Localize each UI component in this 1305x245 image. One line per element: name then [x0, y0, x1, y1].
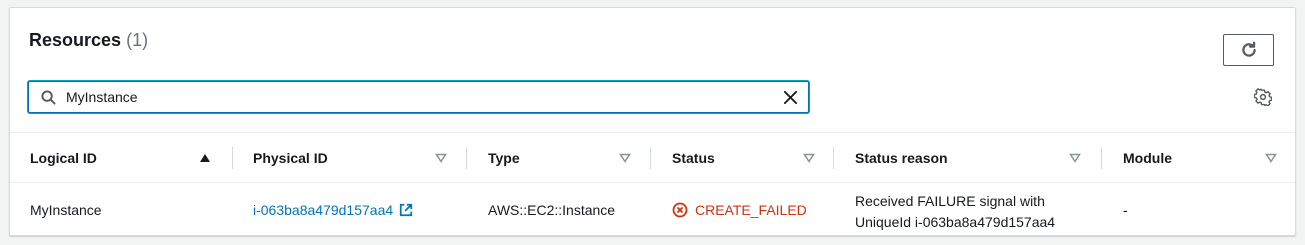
column-divider[interactable] — [833, 147, 834, 169]
column-label: Status reason — [855, 150, 948, 166]
column-label: Logical ID — [30, 150, 97, 166]
refresh-button[interactable] — [1223, 34, 1274, 66]
search-icon — [41, 90, 56, 105]
cell-module: - — [1123, 201, 1128, 218]
column-divider[interactable] — [650, 147, 651, 169]
table-header: Logical ID Physical ID Type Status Statu… — [10, 132, 1295, 183]
column-label: Physical ID — [253, 150, 328, 166]
status-reason-line: Received FAILURE signal with — [855, 193, 1045, 209]
column-divider[interactable] — [232, 147, 233, 169]
resource-count: (1) — [126, 30, 149, 50]
error-circle-icon — [672, 202, 688, 217]
column-header-status[interactable]: Status — [672, 133, 822, 183]
column-divider[interactable] — [1101, 147, 1102, 169]
column-header-module[interactable]: Module — [1123, 133, 1288, 183]
column-label: Module — [1123, 150, 1172, 166]
cell-physical-id: i-063ba8a479d157aa4 — [253, 183, 413, 236]
refresh-icon — [1241, 41, 1256, 57]
sort-none-icon — [1265, 153, 1277, 163]
sort-none-icon — [619, 153, 631, 163]
panel-title: Resources (1) — [29, 30, 148, 51]
external-link-icon[interactable] — [399, 203, 413, 217]
panel-title-text: Resources — [29, 30, 122, 50]
search-input[interactable] — [66, 85, 766, 109]
resources-panel: Resources (1) Logical ID — [9, 7, 1296, 236]
sort-ascending-icon — [199, 153, 211, 163]
sort-none-icon — [803, 153, 815, 163]
status-reason-line: UniqueId i-063ba8a479d157aa4 — [855, 214, 1056, 230]
column-header-physical-id[interactable]: Physical ID — [253, 133, 453, 183]
sort-none-icon — [435, 153, 447, 163]
column-label: Type — [488, 150, 520, 166]
table-row: MyInstance i-063ba8a479d157aa4 AWS::EC2:… — [10, 183, 1295, 236]
cell-status-reason: Received FAILURE signal with UniqueId i-… — [855, 183, 1055, 236]
column-header-status-reason[interactable]: Status reason — [855, 133, 1087, 183]
column-header-logical-id[interactable]: Logical ID — [30, 133, 220, 183]
column-header-type[interactable]: Type — [488, 133, 636, 183]
sort-none-icon — [1069, 153, 1081, 163]
physical-id-link[interactable]: i-063ba8a479d157aa4 — [253, 202, 393, 218]
cell-type: AWS::EC2::Instance — [488, 201, 616, 218]
cell-logical-id: MyInstance — [30, 201, 102, 218]
status-text: CREATE_FAILED — [695, 201, 807, 218]
cell-status: CREATE_FAILED — [672, 183, 807, 236]
gear-icon[interactable] — [1254, 88, 1272, 106]
close-icon[interactable] — [783, 90, 798, 105]
column-divider[interactable] — [466, 147, 467, 169]
column-label: Status — [672, 150, 715, 166]
search-field[interactable] — [28, 81, 809, 113]
